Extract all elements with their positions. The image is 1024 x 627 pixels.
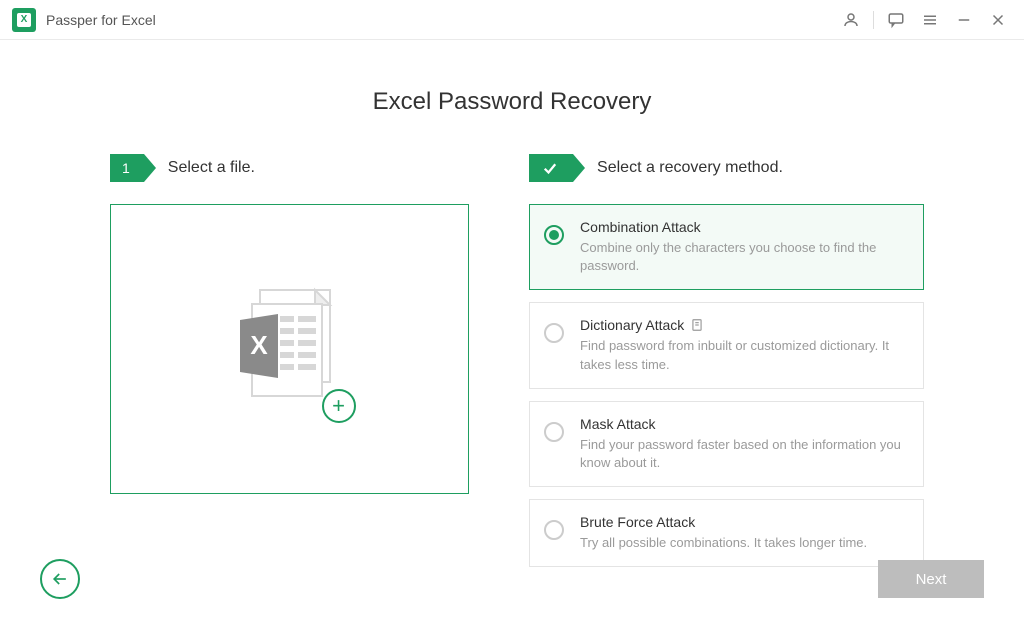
radio-icon <box>544 520 564 540</box>
method-title: Combination Attack <box>580 219 907 235</box>
recovery-methods-list: Combination Attack Combine only the chara… <box>529 204 924 567</box>
recovery-method-option[interactable]: Dictionary Attack Find password from inbu… <box>529 302 924 388</box>
method-description: Combine only the characters you choose t… <box>580 239 907 275</box>
add-file-icon: + <box>322 389 356 423</box>
method-description: Find your password faster based on the i… <box>580 436 907 472</box>
app-title: Passper for Excel <box>46 12 156 28</box>
check-icon <box>541 159 559 177</box>
method-title: Mask Attack <box>580 416 907 432</box>
document-icon <box>690 318 704 332</box>
radio-icon <box>544 225 564 245</box>
recovery-method-option[interactable]: Combination Attack Combine only the chara… <box>529 204 924 290</box>
svg-text:X: X <box>250 330 268 360</box>
page-title: Excel Password Recovery <box>0 88 1024 116</box>
step-two-badge <box>529 154 573 182</box>
back-button[interactable] <box>40 559 80 599</box>
step-two-label: Select a recovery method. <box>597 159 783 177</box>
step-one-label: Select a file. <box>168 159 255 177</box>
step-one-badge: 1 <box>110 154 144 182</box>
step-one-header: 1 Select a file. <box>110 154 469 182</box>
excel-file-icon: X + <box>230 282 350 417</box>
next-button[interactable]: Next <box>878 560 984 598</box>
radio-icon <box>544 323 564 343</box>
close-button[interactable] <box>982 4 1014 36</box>
method-description: Try all possible combinations. It takes … <box>580 534 907 552</box>
method-title: Brute Force Attack <box>580 514 907 530</box>
app-logo: X <box>12 8 36 32</box>
radio-icon <box>544 422 564 442</box>
method-description: Find password from inbuilt or customized… <box>580 337 907 373</box>
titlebar: X Passper for Excel <box>0 0 1024 40</box>
window-controls <box>835 4 1014 36</box>
step-two-header: Select a recovery method. <box>529 154 924 182</box>
menu-icon[interactable] <box>914 4 946 36</box>
feedback-icon[interactable] <box>880 4 912 36</box>
arrow-left-icon <box>50 569 70 589</box>
minimize-button[interactable] <box>948 4 980 36</box>
divider <box>873 11 874 29</box>
method-title: Dictionary Attack <box>580 317 907 333</box>
recovery-method-option[interactable]: Brute Force Attack Try all possible combi… <box>529 499 924 567</box>
recovery-method-option[interactable]: Mask Attack Find your password faster bas… <box>529 401 924 487</box>
account-icon[interactable] <box>835 4 867 36</box>
file-drop-zone[interactable]: X + <box>110 204 469 494</box>
